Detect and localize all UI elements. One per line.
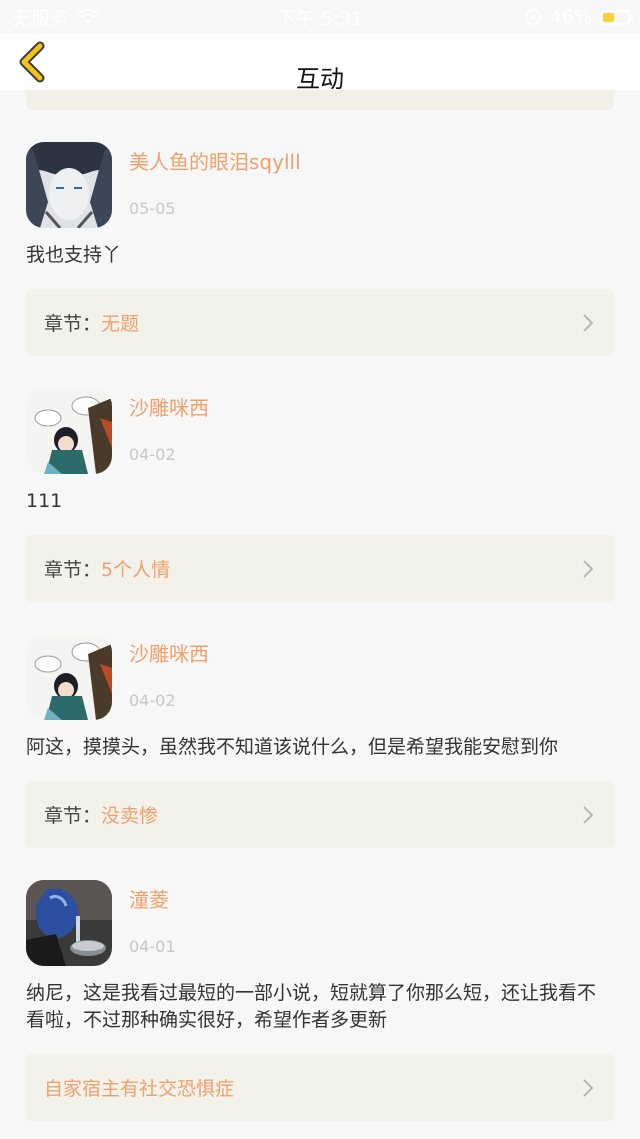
chapter-label: 章节：: [44, 805, 102, 827]
comment-text: 我也支持丫: [26, 244, 122, 266]
user-row: 美人鱼的眼泪sqylll 05-05: [26, 110, 614, 228]
battery-fill: [603, 12, 614, 22]
chapter-link[interactable]: 章节： 5个人情: [26, 535, 614, 602]
avatar-image: [26, 388, 112, 474]
comment-date: 05-05: [129, 199, 176, 218]
user-row: 沙雕咪西 04-02: [26, 356, 614, 474]
chapter-link[interactable]: 章节： 无题: [26, 289, 614, 356]
chapter-label: 章节：: [44, 559, 102, 581]
chapter-name: 无题: [101, 313, 140, 335]
username[interactable]: 沙雕咪西: [129, 394, 209, 422]
comment-date: 04-01: [129, 937, 176, 956]
username[interactable]: 美人鱼的眼泪sqylll: [129, 148, 301, 176]
comment-text: 纳尼，这是我看过最短的一部小说，短就算了你那么短，还让我看不看啦，不过那种确实很…: [26, 982, 597, 1031]
avatar[interactable]: [26, 142, 112, 228]
status-bar: 无服务 下午 5:31 46%: [0, 0, 640, 34]
comment-date: 04-02: [129, 445, 176, 464]
user-row: 潼菱 04-01: [26, 848, 614, 966]
status-right: 46%: [524, 6, 633, 28]
comment-item: 潼菱 04-01 纳尼，这是我看过最短的一部小说，短就算了你那么短，还让我看不看…: [0, 848, 640, 1121]
avatar-image: [26, 634, 112, 720]
avatar-image: [26, 880, 112, 966]
avatar-image: [26, 142, 112, 228]
nav-bar: 互动: [0, 34, 640, 93]
previous-chapter-box[interactable]: [26, 90, 614, 110]
comment-date: 04-02: [129, 691, 176, 710]
chevron-right-icon: [583, 1079, 594, 1097]
avatar[interactable]: [26, 634, 112, 720]
chevron-right-icon: [583, 806, 594, 824]
battery-percent: 46%: [549, 6, 592, 28]
user-meta: 美人鱼的眼泪sqylll 05-05: [129, 142, 301, 228]
orientation-lock-icon: [524, 9, 541, 25]
chapter-link[interactable]: 自家宿主有社交恐惧症: [26, 1054, 614, 1121]
page-title: 互动: [296, 64, 344, 93]
chapter-link[interactable]: 章节： 没卖惨: [26, 781, 614, 848]
carrier-label: 无服务: [12, 7, 70, 30]
user-meta: 潼菱 04-01: [129, 880, 176, 966]
comment-item: 美人鱼的眼泪sqylll 05-05 我也支持丫 章节： 无题: [0, 110, 640, 356]
user-meta: 沙雕咪西 04-02: [129, 634, 209, 720]
user-meta: 沙雕咪西 04-02: [129, 388, 209, 474]
status-left: 无服务: [12, 4, 99, 31]
user-row: 沙雕咪西 04-02: [26, 602, 614, 720]
chapter-name: 自家宿主有社交恐惧症: [44, 1078, 235, 1100]
avatar[interactable]: [26, 880, 112, 966]
comment-list: 美人鱼的眼泪sqylll 05-05 我也支持丫 章节： 无题 沙雕咪西 04-…: [0, 90, 640, 1121]
chevron-right-icon: [583, 560, 594, 578]
avatar[interactable]: [26, 388, 112, 474]
chapter-label: 章节：: [44, 313, 102, 335]
comment-text: 111: [26, 490, 63, 512]
comment-text: 阿这，摸摸头，虽然我不知道该说什么，但是希望我能安慰到你: [26, 736, 559, 758]
username[interactable]: 沙雕咪西: [129, 640, 209, 668]
wifi-icon: [77, 9, 99, 24]
username[interactable]: 潼菱: [129, 886, 176, 914]
chevron-right-icon: [583, 314, 594, 332]
comment-item: 沙雕咪西 04-02 阿这，摸摸头，虽然我不知道该说什么，但是希望我能安慰到你 …: [0, 602, 640, 848]
chapter-name: 没卖惨: [101, 805, 159, 827]
comment-item: 沙雕咪西 04-02 111 章节： 5个人情: [0, 356, 640, 602]
battery-icon: [600, 9, 633, 25]
back-button[interactable]: [16, 40, 52, 84]
chapter-name: 5个人情: [101, 559, 171, 581]
